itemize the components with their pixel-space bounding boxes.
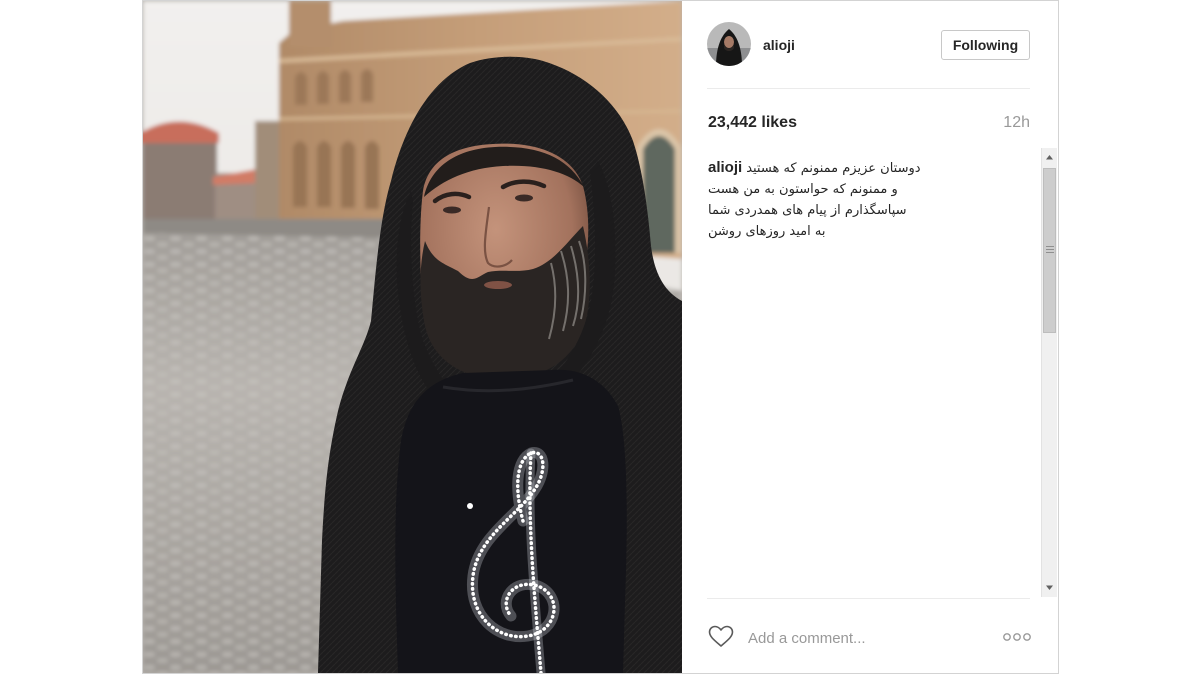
comments-scroll-area[interactable]: alioji دوستان عزیزم ممنونم که هستید و ممن… — [707, 148, 1058, 597]
caption-line: سپاسگذارم از پیام های همدردی شما — [708, 199, 1036, 220]
scroll-up-arrow-icon — [1046, 155, 1053, 160]
caption-text: سپاسگذارم از پیام های همدردی شما — [708, 203, 907, 218]
avatar-image — [707, 22, 751, 66]
likes-count[interactable]: 23,442 likes — [708, 112, 797, 134]
scroll-up-button[interactable] — [1042, 148, 1057, 167]
caption-username-link[interactable]: alioji — [708, 159, 742, 176]
lips — [484, 281, 512, 289]
caption-text: و ممنونم که حواستون به من هست — [708, 182, 898, 197]
more-options-icon — [1003, 633, 1031, 641]
footer-divider — [707, 598, 1030, 599]
scrollbar-thumb[interactable] — [1043, 168, 1056, 333]
caption-text: دوستان عزیزم ممنونم که هستید — [746, 161, 921, 176]
caption-text: به امید روزهای روشن — [708, 224, 826, 239]
heart-outline-icon — [708, 625, 734, 647]
scroll-down-arrow-icon — [1046, 585, 1053, 590]
scroll-down-button[interactable] — [1042, 578, 1057, 597]
post-details-panel: alioji Following 23,442 likes 12h alioji… — [682, 1, 1058, 673]
post-timestamp[interactable]: 12h — [1003, 112, 1030, 134]
caption-line: به امید روزهای روشن — [708, 220, 1036, 241]
add-comment-input[interactable] — [748, 627, 988, 649]
following-button[interactable]: Following — [941, 30, 1030, 60]
like-button[interactable] — [708, 625, 734, 648]
header-divider — [707, 88, 1030, 89]
author-avatar[interactable] — [707, 22, 751, 66]
post-caption: alioji دوستان عزیزم ممنونم که هستید و ممن… — [708, 157, 1036, 241]
caption-line: alioji دوستان عزیزم ممنونم که هستید — [708, 157, 1036, 178]
vertical-scrollbar[interactable] — [1041, 148, 1057, 597]
post-photo-art — [143, 1, 682, 673]
right-eye — [515, 194, 533, 202]
post-photo — [143, 1, 682, 673]
author-username-link[interactable]: alioji — [763, 35, 795, 55]
left-eye — [443, 206, 461, 214]
caption-line: و ممنونم که حواستون به من هست — [708, 178, 1036, 199]
more-options-button[interactable] — [1003, 631, 1031, 643]
grip-icon — [1046, 246, 1054, 253]
